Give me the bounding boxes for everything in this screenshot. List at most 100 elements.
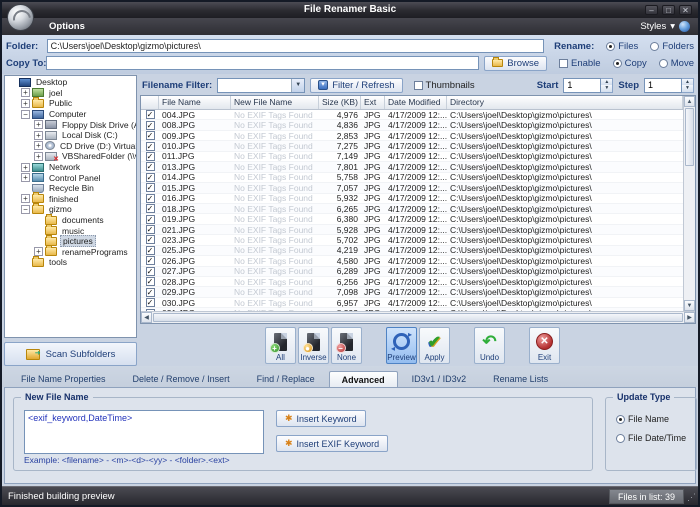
expand-icon[interactable]: + [21,173,30,182]
expand-icon[interactable]: + [34,120,43,129]
new-file-name-input[interactable]: <exif_keyword,DateTime> [24,410,264,454]
styles-menu[interactable]: Styles ▾ [640,21,698,32]
tree-item-desktop[interactable]: Desktop [5,77,136,88]
scrollbar-thumb[interactable] [685,108,694,166]
checkbox-icon[interactable] [559,59,568,68]
row-checkbox[interactable]: ✓ [146,225,155,234]
table-row[interactable]: ✓013.JPGNo EXIF Tags Found7,801JPG4/17/2… [141,162,683,172]
scroll-left-icon[interactable]: ◀ [141,312,152,323]
scroll-down-icon[interactable]: ▼ [684,300,695,311]
row-checkbox[interactable]: ✓ [146,121,155,130]
table-row[interactable]: ✓023.JPGNo EXIF Tags Found5,702JPG4/17/2… [141,235,683,245]
row-checkbox[interactable]: ✓ [146,162,155,171]
menu-options[interactable]: Options [38,18,170,35]
tab-find-replace[interactable]: Find / Replace [244,370,328,387]
table-row[interactable]: ✓008.JPGNo EXIF Tags Found4,836JPG4/17/2… [141,120,683,130]
none-button[interactable]: −None [331,327,362,364]
spin-down-icon[interactable]: ▼ [601,85,612,92]
radio-icon[interactable] [659,59,668,68]
dropdown-arrow-icon[interactable]: ▼ [291,79,304,92]
tab-file-name-properties[interactable]: File Name Properties [8,370,119,387]
row-checkbox[interactable]: ✓ [146,298,155,307]
row-checkbox[interactable]: ✓ [146,152,155,161]
scrollbar-thumb[interactable] [153,313,683,322]
row-checkbox[interactable]: ✓ [146,246,155,255]
checkbox-icon[interactable] [414,81,423,90]
row-checkbox[interactable]: ✓ [146,256,155,265]
radio-icon[interactable] [616,434,625,443]
column-header-directory[interactable]: Directory [447,96,683,109]
tree-item-vbsharedfolder-vboxsvr-z[interactable]: +VBSharedFolder (\\vboxsvr) (Z [5,151,136,162]
tree-item-network[interactable]: +Network [5,162,136,173]
start-input[interactable] [563,78,601,93]
radio-icon[interactable] [606,42,615,51]
tree-item-pictures[interactable]: pictures [5,236,136,247]
copyto-input[interactable] [46,56,479,70]
tree-item-documents[interactable]: documents [5,215,136,226]
tree-item-recycle-bin[interactable]: Recycle Bin [5,183,136,194]
table-header[interactable]: File NameNew File NameSize (KB)ExtDate M… [141,96,683,110]
radio-icon[interactable] [650,42,659,51]
tree-item-renameprograms[interactable]: +renamePrograms [5,247,136,258]
filename-filter-combo[interactable]: ▼ [217,78,305,93]
column-header-file-name[interactable]: File Name [159,96,231,109]
scroll-up-icon[interactable]: ▲ [684,96,695,107]
tree-item-public[interactable]: +Public [5,98,136,109]
row-checkbox[interactable]: ✓ [146,173,155,182]
tab-rename-lists[interactable]: Rename Lists [480,370,561,387]
resize-grip[interactable]: ⋰ [687,492,696,503]
table-row[interactable]: ✓004.JPGNo EXIF Tags Found4,976JPG4/17/2… [141,110,683,120]
copymove-option-copy[interactable]: Copy [613,58,647,69]
browse-button[interactable]: Browse [484,56,547,71]
radio-icon[interactable] [613,59,622,68]
table-row[interactable]: ✓009.JPGNo EXIF Tags Found2,853JPG4/17/2… [141,131,683,141]
table-row[interactable]: ✓011.JPGNo EXIF Tags Found7,149JPG4/17/2… [141,152,683,162]
table-row[interactable]: ✓010.JPGNo EXIF Tags Found7,275JPG4/17/2… [141,141,683,151]
tree-item-gizmo[interactable]: −gizmo [5,204,136,215]
expand-icon[interactable]: + [21,163,30,172]
column-header-ext[interactable]: Ext [361,96,385,109]
close-button[interactable]: ✕ [679,5,692,15]
table-row[interactable]: ✓027.JPGNo EXIF Tags Found6,289JPG4/17/2… [141,267,683,277]
tab-advanced[interactable]: Advanced [329,371,398,388]
tree-item-finished[interactable]: +finished [5,194,136,205]
update-type-option-file-date-time[interactable]: File Date/Time [616,433,686,443]
undo-button[interactable]: ↶Undo [474,327,505,364]
row-checkbox[interactable]: ✓ [146,215,155,224]
radio-icon[interactable] [616,415,625,424]
tree-item-tools[interactable]: tools [5,257,136,268]
rename-option-folders[interactable]: Folders [650,41,694,52]
tree-item-control-panel[interactable]: +Control Panel [5,172,136,183]
table-row[interactable]: ✓029.JPGNo EXIF Tags Found7,098JPG4/17/2… [141,287,683,297]
expand-icon[interactable]: + [21,194,30,203]
copymove-option-move[interactable]: Move [659,58,694,69]
update-type-option-file-name[interactable]: File Name [616,414,686,424]
step-input[interactable] [644,78,682,93]
column-header-new-file-name[interactable]: New File Name [231,96,319,109]
tree-item-local-disk-c[interactable]: +Local Disk (C:) [5,130,136,141]
expand-icon[interactable]: + [34,131,43,140]
filename-filter-input[interactable] [218,79,291,92]
row-checkbox[interactable]: ✓ [146,204,155,213]
table-row[interactable]: ✓019.JPGNo EXIF Tags Found6,380JPG4/17/2… [141,214,683,224]
step-stepper[interactable]: ▲▼ [644,78,694,93]
minimize-button[interactable]: – [645,5,658,15]
row-checkbox[interactable]: ✓ [146,183,155,192]
row-checkbox[interactable]: ✓ [146,277,155,286]
row-checkbox[interactable]: ✓ [146,110,155,119]
collapse-icon[interactable]: − [21,205,30,214]
row-checkbox[interactable]: ✓ [146,131,155,140]
table-row[interactable]: ✓018.JPGNo EXIF Tags Found6,265JPG4/17/2… [141,204,683,214]
preview-button[interactable]: Preview [386,327,417,364]
expand-icon[interactable]: + [21,88,30,97]
tab-id3v1-id3v2[interactable]: ID3v1 / ID3v2 [399,370,480,387]
row-checkbox[interactable]: ✓ [146,142,155,151]
table-row[interactable]: ✓025.JPGNo EXIF Tags Found4,219JPG4/17/2… [141,246,683,256]
table-row[interactable]: ✓016.JPGNo EXIF Tags Found5,932JPG4/17/2… [141,194,683,204]
thumbnails-checkbox[interactable]: Thumbnails [414,80,475,91]
column-header-date-modified[interactable]: Date Modified [385,96,447,109]
row-checkbox[interactable]: ✓ [146,288,155,297]
apply-button[interactable]: ✔Apply [419,327,450,364]
table-row[interactable]: ✓026.JPGNo EXIF Tags Found4,580JPG4/17/2… [141,256,683,266]
folder-input[interactable] [47,39,544,53]
